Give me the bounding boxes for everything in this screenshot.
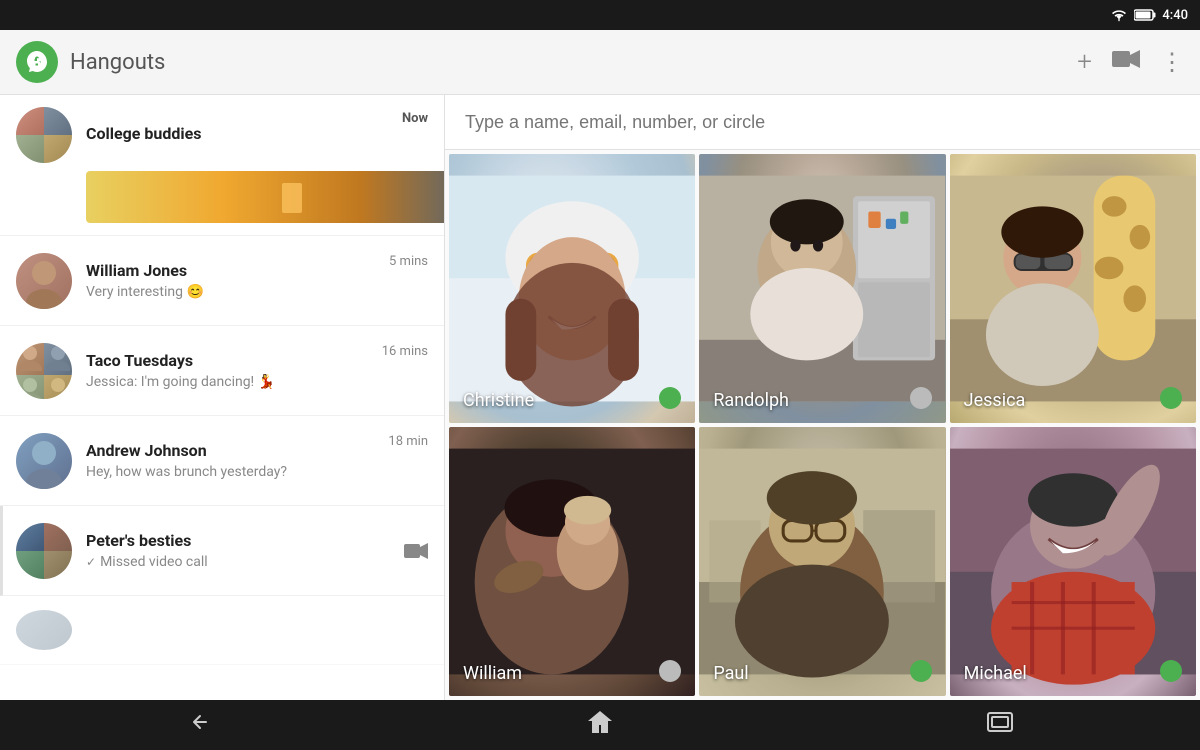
hangouts-logo bbox=[16, 41, 58, 83]
status-dot-online bbox=[1160, 660, 1182, 682]
back-icon bbox=[186, 710, 214, 734]
college-buddies-avatar bbox=[16, 107, 72, 163]
taco-tuesdays-info: Taco Tuesdays Jessica: I'm going dancing… bbox=[86, 351, 374, 390]
toolbar-actions: + ⋮ bbox=[1077, 47, 1184, 77]
contact-name: William bbox=[463, 663, 522, 684]
contact-card[interactable]: Paul bbox=[699, 427, 945, 696]
search-input[interactable] bbox=[465, 112, 1180, 133]
contact-name: Jessica bbox=[964, 390, 1026, 411]
recents-icon bbox=[986, 711, 1014, 733]
battery-icon bbox=[1134, 9, 1156, 21]
toolbar: Hangouts + ⋮ bbox=[0, 30, 1200, 95]
hangouts-logo-icon bbox=[24, 49, 50, 75]
conversation-item[interactable]: College buddies Now bbox=[0, 95, 444, 236]
contact-photo-jessica bbox=[950, 154, 1196, 423]
conversation-item[interactable]: William Jones Very interesting 😊 5 mins bbox=[0, 236, 444, 326]
contacts-grid: Christine bbox=[445, 150, 1200, 700]
status-time: 4:40 bbox=[1162, 8, 1188, 23]
conversation-time: 18 min bbox=[388, 430, 428, 449]
paul-photo bbox=[699, 427, 945, 696]
conversation-name: College buddies bbox=[86, 124, 394, 143]
search-bar[interactable] bbox=[445, 95, 1200, 150]
right-panel: Christine bbox=[445, 95, 1200, 700]
avatar-icon bbox=[16, 433, 72, 489]
contact-name: Randolph bbox=[713, 390, 789, 411]
video-call-icon bbox=[404, 542, 428, 560]
contact-card[interactable]: Randolph bbox=[699, 154, 945, 423]
college-top-row: College buddies Now bbox=[16, 107, 428, 163]
contact-name: Paul bbox=[713, 663, 748, 684]
conversation-preview: ✓ Missed video call bbox=[86, 554, 396, 570]
contact-photo-michael bbox=[950, 427, 1196, 696]
contact-photo-william bbox=[449, 427, 695, 696]
andrew-johnson-info: Andrew Johnson Hey, how was brunch yeste… bbox=[86, 441, 380, 480]
contact-card[interactable]: William bbox=[449, 427, 695, 696]
college-buddies-banner bbox=[86, 171, 445, 223]
conversation-preview: Hey, how was brunch yesterday? bbox=[86, 464, 380, 480]
conversation-time: Now bbox=[402, 107, 428, 126]
home-button[interactable] bbox=[566, 701, 634, 749]
video-icon bbox=[1112, 49, 1140, 69]
conversation-preview: Jessica: I'm going dancing! 💃 bbox=[86, 374, 374, 390]
contact-name: Christine bbox=[463, 390, 534, 411]
back-button[interactable] bbox=[166, 702, 234, 748]
wifi-icon bbox=[1110, 8, 1128, 22]
status-dot-online bbox=[1160, 387, 1182, 409]
conversation-name: Taco Tuesdays bbox=[86, 351, 374, 370]
conversation-name: Peter's besties bbox=[86, 531, 396, 550]
peters-besties-avatar bbox=[16, 523, 72, 579]
nav-bar bbox=[0, 700, 1200, 750]
randolph-photo bbox=[699, 154, 945, 423]
conversation-item[interactable]: Taco Tuesdays Jessica: I'm going dancing… bbox=[0, 326, 444, 416]
peters-besties-info: Peter's besties ✓ Missed video call bbox=[86, 531, 396, 570]
status-icons: 4:40 bbox=[1110, 8, 1188, 23]
contact-card[interactable]: Jessica bbox=[950, 154, 1196, 423]
conversation-name: Andrew Johnson bbox=[86, 441, 380, 460]
add-button[interactable]: + bbox=[1077, 47, 1092, 77]
contact-photo-christine bbox=[449, 154, 695, 423]
status-bar: 4:40 bbox=[0, 0, 1200, 30]
andrew-johnson-avatar bbox=[16, 433, 72, 489]
conversation-item[interactable] bbox=[0, 596, 444, 665]
william-jones-info: William Jones Very interesting 😊 bbox=[86, 261, 381, 300]
christine-photo bbox=[449, 154, 695, 423]
toolbar-title: Hangouts bbox=[70, 50, 1077, 75]
conversations-panel: College buddies Now William Jones V bbox=[0, 95, 445, 700]
college-buddies-info: College buddies bbox=[86, 124, 394, 147]
app-container: Hangouts + ⋮ bbox=[0, 30, 1200, 700]
contact-photo-paul bbox=[699, 427, 945, 696]
conversation-time: 5 mins bbox=[389, 250, 428, 269]
conversation-name: William Jones bbox=[86, 261, 381, 280]
contact-card[interactable]: Michael bbox=[950, 427, 1196, 696]
jessica-photo bbox=[950, 154, 1196, 423]
contact-photo-randolph bbox=[699, 154, 945, 423]
conversation-item[interactable]: Andrew Johnson Hey, how was brunch yeste… bbox=[0, 416, 444, 506]
taco-tuesdays-avatar bbox=[16, 343, 72, 399]
conversation-preview: Very interesting 😊 bbox=[86, 284, 381, 300]
william-jones-avatar bbox=[16, 253, 72, 309]
conversation-item[interactable]: Peter's besties ✓ Missed video call bbox=[0, 506, 444, 596]
contact-name: Michael bbox=[964, 663, 1027, 684]
main-content: College buddies Now William Jones V bbox=[0, 95, 1200, 700]
video-call-button[interactable] bbox=[1112, 49, 1140, 75]
status-dot-offline bbox=[910, 387, 932, 409]
status-dot-online bbox=[910, 660, 932, 682]
william-photo bbox=[449, 427, 695, 696]
peters-besties-right bbox=[404, 542, 428, 560]
conversation-time: 16 mins bbox=[382, 340, 428, 359]
avatar-icon bbox=[16, 253, 72, 309]
contact-card[interactable]: Christine bbox=[449, 154, 695, 423]
home-icon bbox=[586, 709, 614, 735]
more-options-button[interactable]: ⋮ bbox=[1160, 48, 1184, 76]
recents-button[interactable] bbox=[966, 703, 1034, 747]
michael-photo bbox=[950, 427, 1196, 696]
